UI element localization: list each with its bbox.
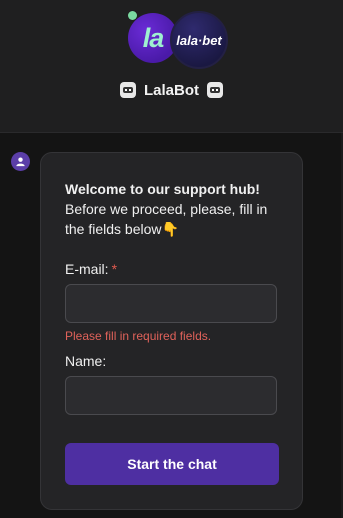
intro-text: Before we proceed, please, fill in the f…	[65, 201, 268, 237]
name-field[interactable]	[65, 376, 277, 415]
bot-avatar	[11, 152, 30, 171]
robot-icon	[207, 82, 223, 98]
name-label: Name:	[65, 353, 106, 369]
intro-message: Welcome to our support hub! Before we pr…	[65, 179, 287, 239]
online-status-dot	[128, 11, 137, 20]
bot-name: LalaBot	[143, 81, 199, 99]
email-label-text: E-mail:	[65, 261, 109, 277]
start-chat-button[interactable]: Start the chat	[65, 443, 279, 485]
email-error-message: Please fill in required fields.	[65, 329, 212, 343]
logo-left-text: la	[142, 22, 165, 53]
lalabet-logo: lala·bet	[170, 11, 228, 69]
logo-right-text: lala·bet	[176, 32, 222, 48]
name-label-text: Name:	[65, 353, 107, 369]
robot-icon	[119, 82, 136, 98]
user-icon	[16, 157, 25, 167]
email-label: E-mail: *	[65, 261, 117, 277]
chat-header: la lala·bet LalaBot	[0, 0, 343, 133]
intro-title: Welcome to our support hub!	[65, 181, 260, 197]
required-marker: *	[111, 261, 118, 277]
email-field[interactable]	[65, 284, 277, 323]
pre-chat-form: Welcome to our support hub! Before we pr…	[40, 152, 303, 510]
bot-title: LalaBot	[0, 80, 343, 100]
